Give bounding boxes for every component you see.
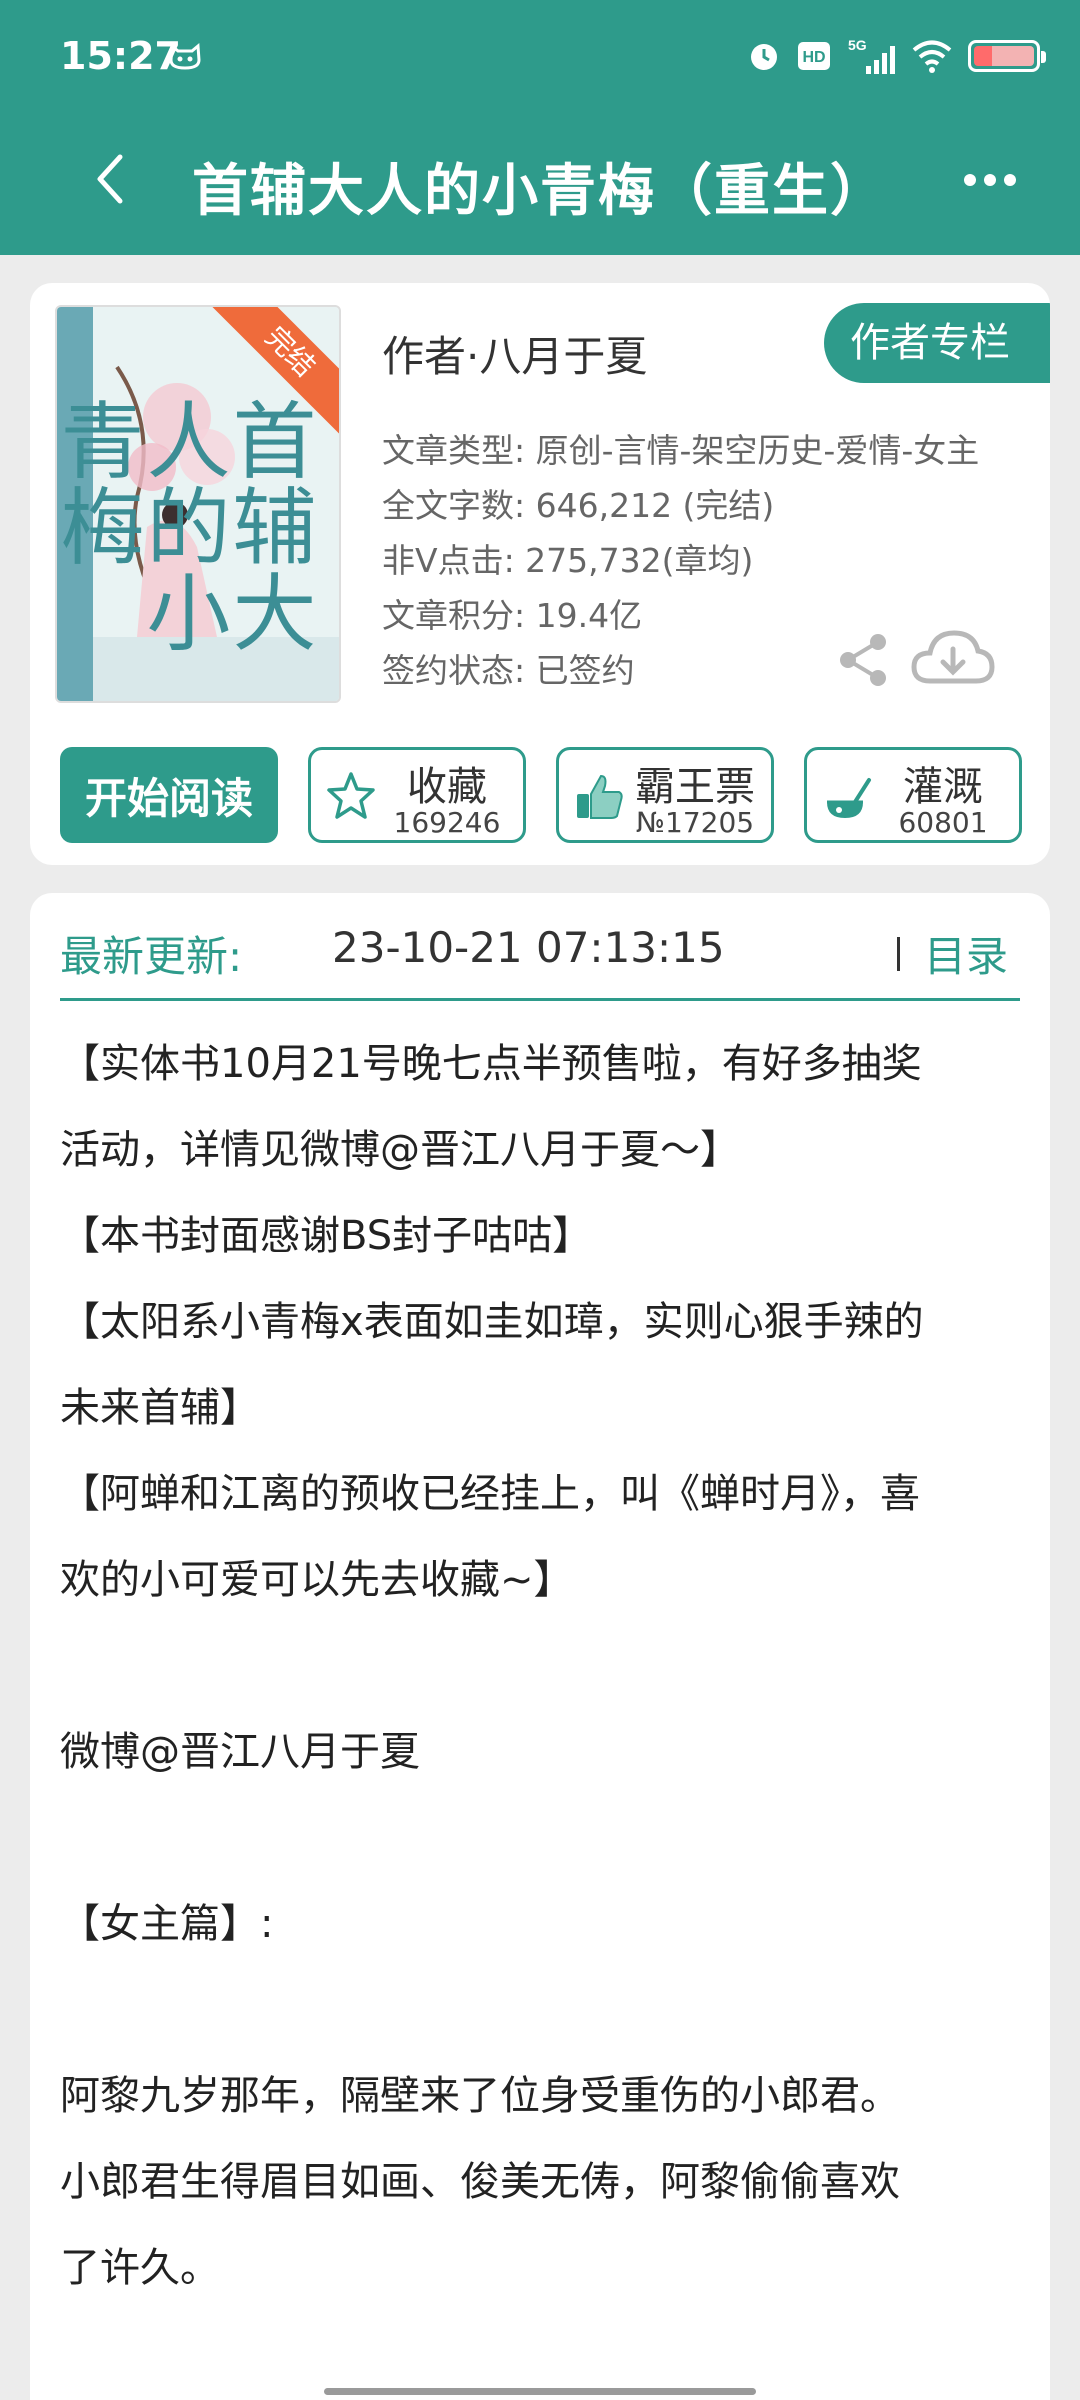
- info-genre: 文章类型: 原创-言情-架空历史-爱情-女主: [382, 431, 980, 470]
- book-info-card: 首辅大人的小青梅 完结 作者·八月于夏 作者专栏 文章类型: 原创-言情-架空历…: [30, 283, 1050, 865]
- divider: [897, 937, 900, 971]
- nav-bar: 首辅大人的小青梅（重生）: [0, 120, 1080, 235]
- wifi-icon: [912, 40, 952, 73]
- status-icons: HD 5G: [746, 36, 1046, 76]
- favorite-label: 收藏: [407, 764, 487, 810]
- hd-label: HD: [802, 49, 825, 66]
- status-bar: 15:27 HD 5G: [0, 0, 1080, 115]
- book-description: 【实体书10月21号晚七点半预售啦，有好多抽奖 活动，详情见微博@晋江八月于夏～…: [60, 1041, 924, 2291]
- cat-icon: [169, 42, 201, 70]
- hd-icon: HD: [798, 42, 830, 70]
- network-label: 5G: [848, 37, 867, 53]
- latest-update-label: 最新更新:: [60, 932, 243, 981]
- irrigate-button[interactable]: 灌溉 60801: [804, 747, 1022, 843]
- action-bar: 开始阅读 收藏 169246 霸王票 №17205 灌溉 60801: [60, 747, 1022, 843]
- info-word-count: 全文字数: 646,212 (完结): [382, 486, 775, 525]
- bawangpiao-label: 霸王票: [635, 764, 755, 810]
- home-indicator[interactable]: [324, 2388, 756, 2395]
- start-reading-button[interactable]: 开始阅读: [60, 747, 278, 843]
- latest-update-row[interactable]: 最新更新: 23-10-21 07:13:15 目录: [60, 915, 1020, 995]
- favorite-count: 169246: [393, 806, 501, 839]
- share-icon[interactable]: [836, 630, 890, 690]
- battery-icon: [968, 40, 1046, 72]
- bawangpiao-button[interactable]: 霸王票 №17205: [556, 747, 774, 843]
- header: 15:27 HD 5G 首辅大人的小青梅（重生）: [0, 0, 1080, 255]
- info-clicks: 非V点击: 275,732(章均): [382, 541, 754, 580]
- table-of-contents-link[interactable]: 目录: [924, 923, 1008, 984]
- alarm-icon: [751, 44, 777, 70]
- author-name[interactable]: 作者·八月于夏: [382, 323, 647, 384]
- irrigate-count: 60801: [898, 806, 988, 839]
- update-underline: [60, 998, 1020, 1001]
- download-cloud-icon[interactable]: [910, 625, 996, 691]
- irrigate-label: 灌溉: [903, 764, 983, 810]
- more-button[interactable]: [950, 150, 1030, 210]
- cover-title: 首辅大人的小青梅: [55, 397, 317, 655]
- favorite-button[interactable]: 收藏 169246: [308, 747, 526, 843]
- bawangpiao-count: №17205: [635, 806, 755, 839]
- more-dots-icon: [964, 174, 976, 186]
- book-cover[interactable]: 首辅大人的小青梅 完结: [55, 305, 341, 703]
- status-time: 15:27: [60, 34, 181, 78]
- signal-5g-icon: 5G: [848, 37, 895, 74]
- latest-update-time: 23-10-21 07:13:15: [332, 923, 725, 972]
- page-title: 首辅大人的小青梅（重生）: [192, 159, 888, 224]
- author-column-button[interactable]: 作者专栏: [824, 303, 1050, 383]
- content-card: 最新更新: 23-10-21 07:13:15 目录 【实体书10月21号晚七点…: [30, 893, 1050, 2400]
